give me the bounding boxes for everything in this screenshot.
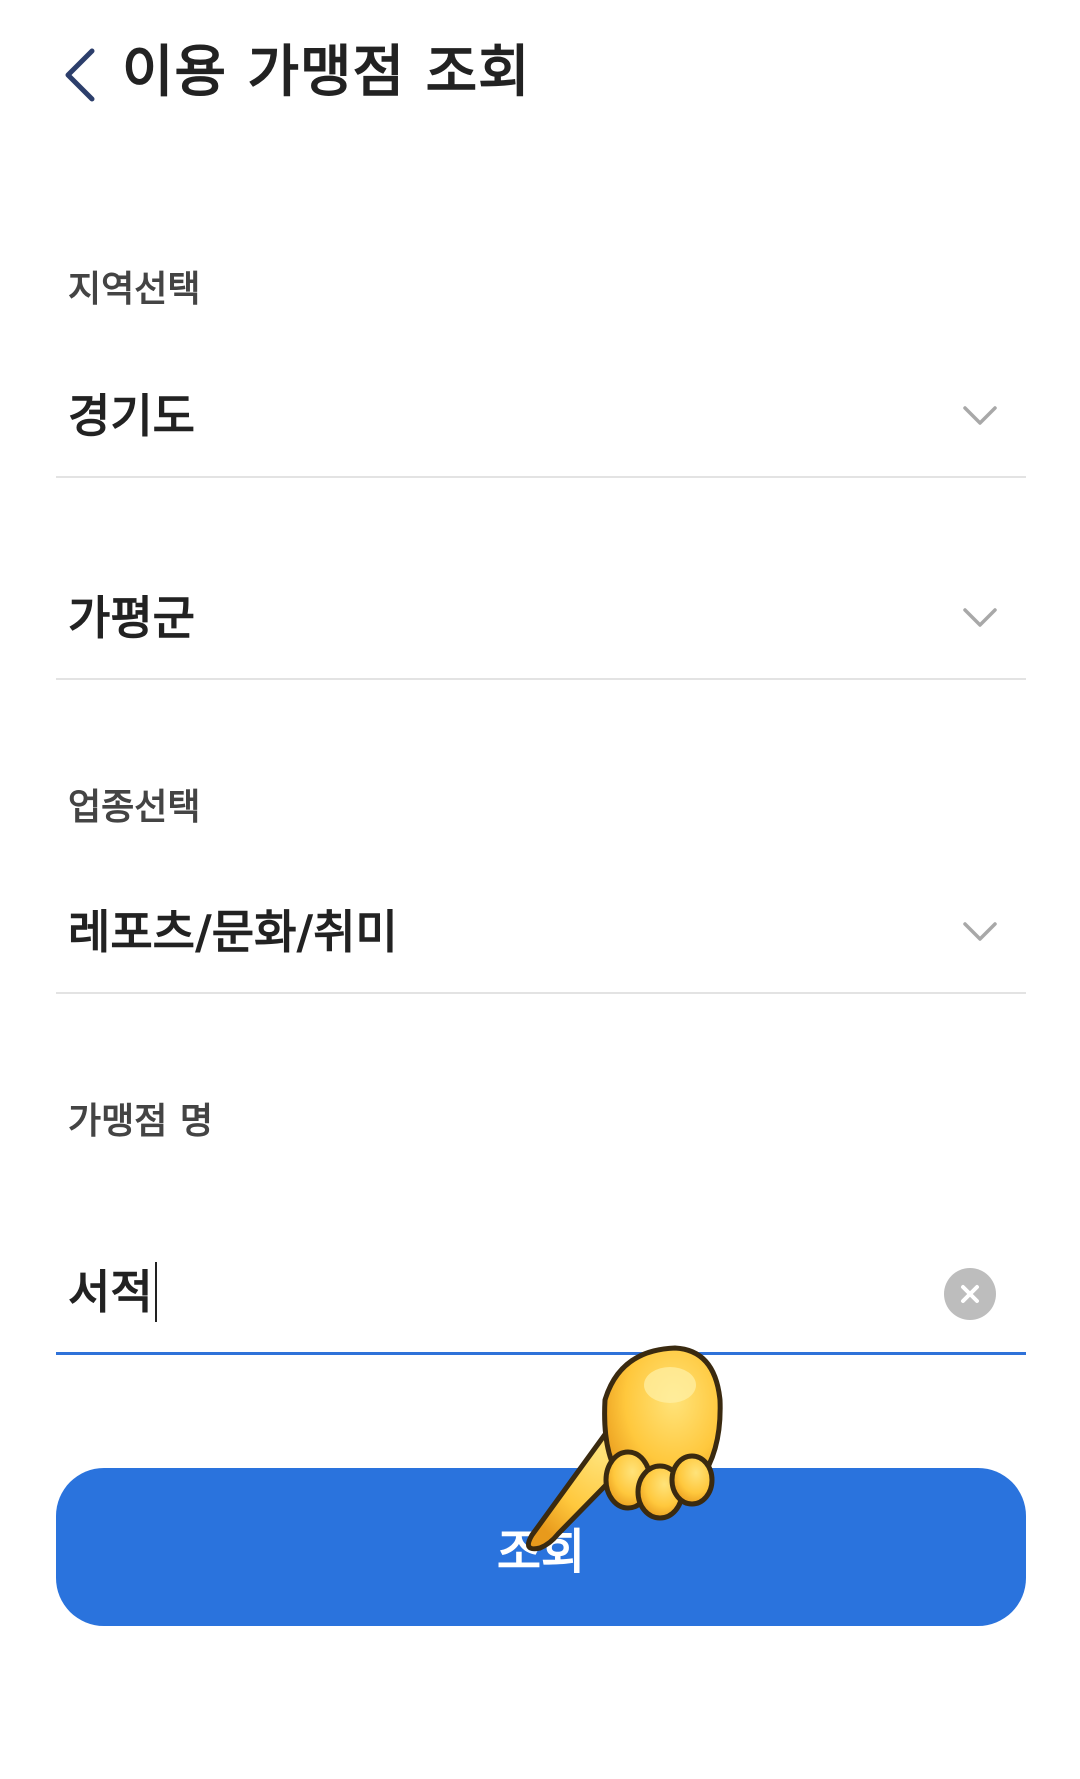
category-section-label: 업종선택	[68, 787, 201, 828]
page-title: 이용 가맹점 조회	[122, 40, 531, 105]
chevron-down-icon	[963, 608, 997, 627]
region-section-label: 지역선택	[68, 269, 201, 310]
district-select[interactable]: 가평군	[56, 568, 1026, 680]
text-caret	[154, 1262, 157, 1322]
search-submit-button[interactable]: 조회	[56, 1468, 1026, 1626]
back-button[interactable]	[50, 40, 110, 110]
province-select[interactable]: 경기도	[56, 366, 1026, 478]
merchant-name-text: 서적	[68, 1265, 153, 1319]
province-select-value: 경기도	[68, 389, 195, 443]
clear-circle-icon	[961, 1285, 979, 1303]
district-select-value: 가평군	[68, 591, 195, 645]
merchant-section-label: 가맹점 명	[68, 1101, 214, 1142]
category-select[interactable]: 레포츠/문화/취미	[56, 882, 1026, 994]
merchant-name-input[interactable]: 서적	[56, 1232, 1026, 1355]
chevron-down-icon	[963, 406, 997, 425]
merchant-name-value[interactable]: 서적	[68, 1262, 157, 1322]
category-select-value: 레포츠/문화/취미	[68, 905, 398, 959]
chevron-down-icon	[963, 922, 997, 941]
app-header: 이용 가맹점 조회	[0, 0, 1080, 150]
chevron-left-icon	[65, 48, 95, 102]
clear-input-button[interactable]	[944, 1268, 996, 1320]
